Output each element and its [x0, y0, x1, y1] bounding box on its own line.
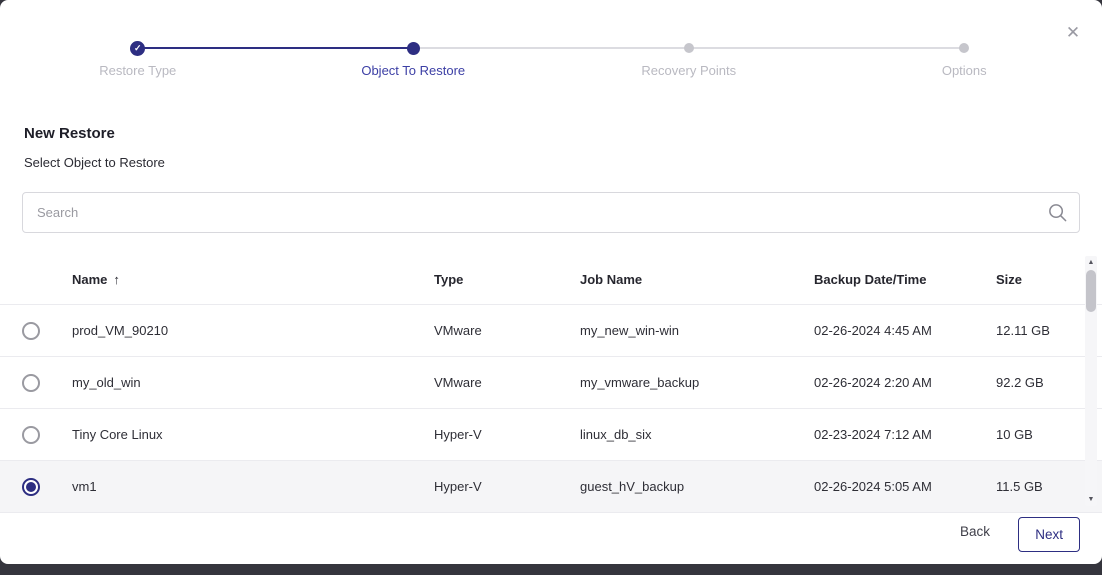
step-label: Object To Restore [361, 63, 465, 78]
sort-asc-icon: ↑ [113, 272, 120, 287]
column-header-job-name[interactable]: Job Name [580, 272, 814, 287]
cell-type: VMware [434, 323, 580, 338]
cell-size: 11.5 GB [996, 479, 1086, 494]
cell-job-name: my_vmware_backup [580, 375, 814, 390]
next-button[interactable]: Next [1018, 517, 1080, 552]
cell-name: vm1 [72, 479, 434, 494]
table-row[interactable]: my_old_win VMware my_vmware_backup 02-26… [0, 357, 1102, 409]
step-active-dot-icon [407, 42, 420, 55]
wizard-stepper: ✓ Restore Type Object To Restore Recover… [0, 40, 1102, 84]
table-row[interactable]: Tiny Core Linux Hyper-V linux_db_six 02-… [0, 409, 1102, 461]
page-title: New Restore [24, 125, 115, 142]
cell-size: 10 GB [996, 427, 1086, 442]
radio-button[interactable] [22, 478, 40, 496]
step-pending-dot-icon [684, 43, 694, 53]
step-restore-type[interactable]: ✓ Restore Type [0, 40, 276, 78]
step-label: Restore Type [99, 63, 176, 78]
search-input[interactable] [22, 192, 1080, 233]
scrollbar-thumb[interactable] [1086, 270, 1096, 312]
step-options[interactable]: Options [827, 40, 1102, 78]
new-restore-dialog: ✕ ✓ Restore Type Object To Restore Recov… [0, 0, 1102, 564]
back-button[interactable]: Back [960, 524, 990, 539]
table-row[interactable]: prod_VM_90210 VMware my_new_win-win 02-2… [0, 305, 1102, 357]
step-completed-check-icon: ✓ [130, 41, 145, 56]
radio-button[interactable] [22, 322, 40, 340]
radio-button[interactable] [22, 374, 40, 392]
cell-job-name: guest_hV_backup [580, 479, 814, 494]
cell-job-name: my_new_win-win [580, 323, 814, 338]
column-header-backup-datetime[interactable]: Backup Date/Time [814, 272, 996, 287]
step-object-to-restore[interactable]: Object To Restore [276, 40, 552, 78]
table-header-row: Name ↑ Type Job Name Backup Date/Time Si… [0, 255, 1102, 305]
cell-name: Tiny Core Linux [72, 427, 434, 442]
cell-size: 12.11 GB [996, 323, 1086, 338]
cell-backup-datetime: 02-26-2024 4:45 AM [814, 323, 996, 338]
cell-size: 92.2 GB [996, 375, 1086, 390]
cell-job-name: linux_db_six [580, 427, 814, 442]
table-row[interactable]: vm1 Hyper-V guest_hV_backup 02-26-2024 5… [0, 461, 1102, 513]
cell-name: prod_VM_90210 [72, 323, 434, 338]
step-pending-dot-icon [959, 43, 969, 53]
vertical-scrollbar[interactable]: ▲ ▼ [1085, 256, 1097, 506]
cell-type: VMware [434, 375, 580, 390]
radio-button[interactable] [22, 426, 40, 444]
search-icon[interactable] [1047, 202, 1068, 223]
page-subtitle: Select Object to Restore [24, 155, 165, 170]
search-bar [22, 192, 1080, 233]
cell-name: my_old_win [72, 375, 434, 390]
column-label: Name [72, 272, 107, 287]
cell-type: Hyper-V [434, 427, 580, 442]
column-header-size[interactable]: Size [996, 272, 1086, 287]
step-recovery-points[interactable]: Recovery Points [551, 40, 827, 78]
column-header-name[interactable]: Name ↑ [72, 272, 434, 287]
step-label: Recovery Points [641, 63, 736, 78]
objects-table: Name ↑ Type Job Name Backup Date/Time Si… [0, 255, 1102, 513]
scroll-down-icon[interactable]: ▼ [1085, 493, 1097, 506]
cell-backup-datetime: 02-26-2024 2:20 AM [814, 375, 996, 390]
scroll-up-icon[interactable]: ▲ [1085, 256, 1097, 269]
cell-backup-datetime: 02-26-2024 5:05 AM [814, 479, 996, 494]
step-label: Options [942, 63, 987, 78]
cell-backup-datetime: 02-23-2024 7:12 AM [814, 427, 996, 442]
column-header-type[interactable]: Type [434, 272, 580, 287]
cell-type: Hyper-V [434, 479, 580, 494]
